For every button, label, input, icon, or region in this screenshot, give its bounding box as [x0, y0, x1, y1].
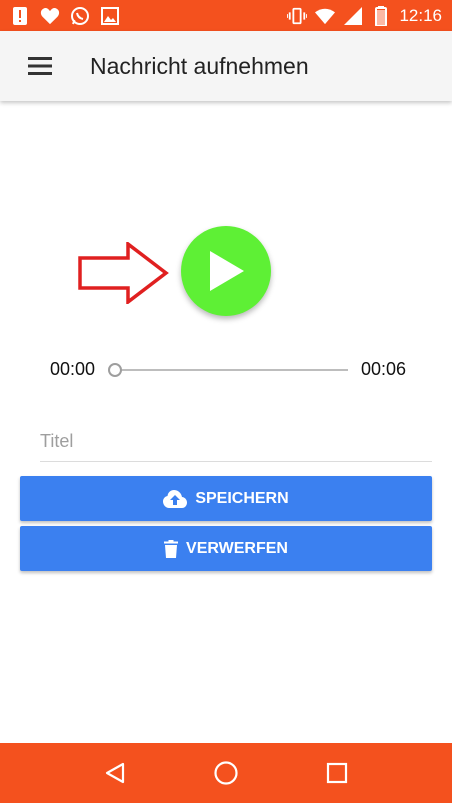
- cloud-upload-icon: [163, 489, 188, 508]
- page-title: Nachricht aufnehmen: [90, 52, 309, 79]
- save-button-label: SPEICHERN: [195, 489, 289, 507]
- trash-icon: [164, 539, 179, 558]
- playback-slider[interactable]: [108, 362, 348, 378]
- app-bar: Nachricht aufnehmen: [0, 31, 452, 101]
- whatsapp-icon: [70, 6, 90, 26]
- vibrate-icon: [287, 6, 308, 26]
- status-left-icons: [10, 6, 120, 26]
- total-time: 00:06: [361, 359, 407, 379]
- menu-icon: [28, 57, 52, 75]
- battery-icon: [371, 5, 391, 26]
- back-button[interactable]: [95, 753, 135, 793]
- home-button[interactable]: [206, 753, 246, 793]
- slider-track: [116, 369, 348, 371]
- home-icon: [214, 761, 238, 785]
- status-bar: 12:16: [0, 0, 452, 31]
- heart-icon: [40, 6, 60, 26]
- annotation-arrow-icon: [78, 242, 169, 304]
- wifi-icon: [315, 6, 336, 26]
- menu-button[interactable]: [20, 46, 60, 86]
- play-button[interactable]: [181, 226, 271, 316]
- recents-button[interactable]: [317, 753, 357, 793]
- alert-icon: [10, 6, 30, 26]
- status-time: 12:16: [399, 5, 442, 25]
- discard-button[interactable]: VERWERFEN: [20, 526, 432, 571]
- discard-button-label: VERWERFEN: [186, 539, 288, 557]
- play-icon: [210, 251, 244, 291]
- recents-icon: [326, 762, 347, 784]
- navigation-bar: [0, 743, 452, 803]
- title-input[interactable]: [40, 422, 432, 462]
- slider-thumb[interactable]: [108, 363, 122, 377]
- save-button[interactable]: SPEICHERN: [20, 476, 432, 521]
- status-right-icons: 12:16: [287, 5, 442, 26]
- current-time: 00:00: [50, 359, 96, 379]
- signal-icon: [343, 6, 363, 26]
- back-icon: [106, 762, 125, 784]
- image-icon: [100, 6, 120, 26]
